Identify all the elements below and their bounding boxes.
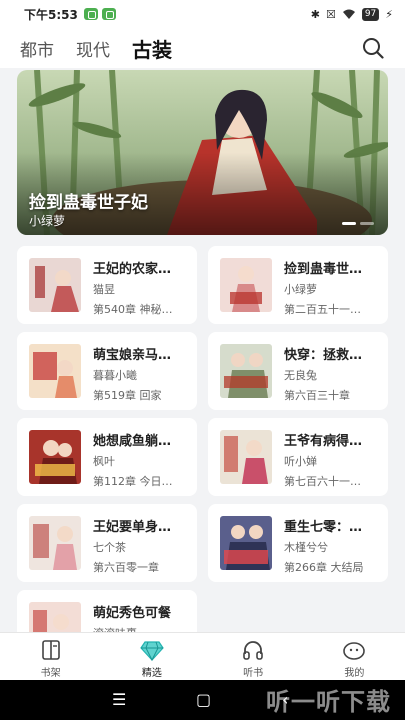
tab-dushi[interactable]: 都市 (20, 36, 54, 61)
search-icon[interactable] (361, 36, 385, 60)
notification-icon (83, 8, 98, 20)
status-time: 下午5:53 (24, 7, 78, 22)
nav-audiobook[interactable]: 听书 (203, 633, 304, 680)
nav-bookshelf[interactable]: 书架 (0, 633, 101, 680)
nav-label: 书架 (40, 668, 61, 679)
book-latest-chapter: 第540章 神秘… (93, 303, 173, 316)
wifi-icon (342, 9, 355, 19)
book-card[interactable]: 王妃的农家… 猫昱 第540章 神秘… (17, 246, 197, 324)
book-title: 王妃要单身… (93, 520, 172, 535)
nav-profile[interactable]: 我的 (304, 633, 405, 680)
banner-pagination (342, 222, 374, 225)
book-author: 枫叶 (93, 455, 115, 468)
bookshelf-icon (41, 640, 60, 660)
book-cover (220, 516, 272, 570)
banner-title: 捡到蛊毒世子妃 (29, 193, 148, 213)
book-cover (220, 344, 272, 398)
book-cover (29, 430, 81, 484)
status-bar: 下午5:53 ✱ ☒ 97 ⚡ (0, 0, 405, 28)
book-cover (29, 516, 81, 570)
book-title: 快穿：拯救… (284, 348, 363, 363)
nav-label: 精选 (141, 668, 162, 679)
book-author: 七个茶 (93, 541, 126, 554)
nav-label: 听书 (243, 668, 264, 679)
banner-dot (360, 222, 374, 225)
book-cover (220, 258, 272, 312)
tab-xiandai[interactable]: 现代 (76, 36, 110, 61)
bluetooth-icon: ✱ (310, 7, 320, 21)
status-indicators: ✱ ☒ 97 ⚡ (310, 7, 393, 21)
headphones-icon (243, 641, 263, 660)
category-tabs: 都市 现代 古装 (0, 28, 405, 68)
battery-icon: 97 (361, 7, 380, 21)
book-author: 小绿萝 (284, 283, 317, 296)
book-author: 听小婵 (284, 455, 317, 468)
book-latest-chapter: 第266章 大结局 (284, 561, 364, 574)
book-cover (220, 430, 272, 484)
bottom-navigation: 书架 精选 听书 我的 (0, 632, 405, 680)
menu-icon[interactable]: ☰ (112, 690, 126, 709)
book-card[interactable]: 她想咸鱼躺… 枫叶 第112章 今日… (17, 418, 197, 496)
book-cover (29, 258, 81, 312)
book-card[interactable]: 王爷有病得… 听小婵 第七百六十一… (208, 418, 388, 496)
banner-author: 小绿萝 (29, 214, 66, 228)
book-author: 木槿兮兮 (284, 541, 328, 554)
home-icon[interactable]: ▢ (196, 690, 211, 709)
featured-banner[interactable]: 捡到蛊毒世子妃 小绿萝 (17, 70, 388, 235)
charging-icon: ⚡ (385, 7, 393, 21)
book-latest-chapter: 第112章 今日… (93, 475, 173, 488)
book-title: 王妃的农家… (93, 262, 172, 277)
watermark: 听一听下载 (266, 688, 391, 716)
book-card[interactable]: 快穿：拯救… 无良兔 第六百三十章 (208, 332, 388, 410)
book-latest-chapter: 第七百六十一… (284, 475, 361, 488)
book-author: 无良兔 (284, 369, 317, 382)
sim-icon: ☒ (325, 7, 336, 21)
book-title: 捡到蛊毒世… (284, 262, 363, 277)
book-latest-chapter: 第519章 回家 (93, 389, 162, 402)
banner-dot (342, 222, 356, 225)
book-title: 王爷有病得… (284, 434, 363, 449)
nav-label: 我的 (344, 668, 365, 679)
book-title: 萌妃秀色可餐 (93, 606, 172, 621)
book-title: 萌宝娘亲马… (93, 348, 172, 363)
book-title: 她想咸鱼躺… (93, 434, 172, 449)
book-card[interactable]: 捡到蛊毒世… 小绿萝 第二百五十一… (208, 246, 388, 324)
book-latest-chapter: 第六百零一章 (93, 561, 159, 574)
book-latest-chapter: 第六百三十章 (284, 389, 350, 402)
book-card[interactable]: 重生七零：… 木槿兮兮 第266章 大结局 (208, 504, 388, 582)
book-card[interactable]: 王妃要单身… 七个茶 第六百零一章 (17, 504, 197, 582)
book-author: 猫昱 (93, 283, 115, 296)
diamond-icon (140, 641, 164, 662)
book-author: 暮暮小曦 (93, 369, 137, 382)
book-cover (29, 344, 81, 398)
book-card[interactable]: 萌宝娘亲马… 暮暮小曦 第519章 回家 (17, 332, 197, 410)
book-latest-chapter: 第二百五十一… (284, 303, 361, 316)
tab-guzhuang[interactable]: 古装 (132, 34, 172, 63)
profile-face-icon (343, 642, 366, 660)
notification-icon-2 (101, 8, 116, 20)
book-title: 重生七零：… (284, 520, 363, 535)
nav-featured[interactable]: 精选 (101, 633, 202, 680)
